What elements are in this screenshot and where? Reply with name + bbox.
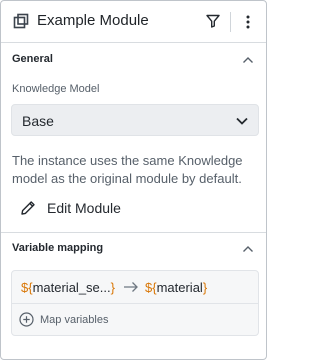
more-options-button[interactable] bbox=[239, 12, 257, 32]
chevron-up-icon[interactable] bbox=[242, 55, 254, 65]
chevron-up-icon[interactable] bbox=[242, 244, 254, 254]
variable-mapping-section-header[interactable]: Variable mapping bbox=[1, 233, 266, 265]
filter-button[interactable] bbox=[204, 12, 222, 30]
more-vertical-icon bbox=[246, 15, 250, 29]
page-title: Example Module bbox=[37, 12, 149, 29]
variable-mapping-title: Variable mapping bbox=[12, 242, 104, 254]
module-panel: Example Module General Knowledge Model B… bbox=[0, 0, 267, 360]
arrow-right-icon bbox=[124, 282, 138, 292]
mapping-source: ${material_se...} bbox=[21, 280, 115, 295]
filter-icon bbox=[206, 14, 220, 28]
mapping-target: ${material} bbox=[145, 280, 208, 295]
header-divider bbox=[230, 12, 231, 32]
mapping-row[interactable]: ${material_se...} ${material} bbox=[12, 271, 258, 304]
edit-module-label: Edit Module bbox=[47, 200, 121, 216]
module-icon bbox=[13, 13, 29, 29]
map-variables-label: Map variables bbox=[40, 314, 109, 326]
general-section-header[interactable]: General bbox=[1, 44, 266, 76]
knowledge-model-select[interactable]: Base bbox=[11, 104, 259, 136]
knowledge-model-label: Knowledge Model bbox=[12, 83, 100, 95]
edit-module-button[interactable]: Edit Module bbox=[19, 197, 139, 219]
chevron-down-icon bbox=[236, 117, 248, 125]
knowledge-model-help-text: The instance uses the same Knowledge mod… bbox=[12, 153, 243, 186]
pencil-icon bbox=[21, 201, 35, 215]
map-variables-button[interactable]: Map variables bbox=[12, 305, 258, 335]
knowledge-model-value: Base bbox=[22, 113, 54, 129]
general-section-title: General bbox=[12, 53, 53, 65]
panel-header: Example Module bbox=[1, 1, 266, 43]
plus-circle-icon bbox=[19, 312, 34, 327]
variable-mapping-list: ${material_se...} ${material} Map variab… bbox=[11, 270, 259, 336]
